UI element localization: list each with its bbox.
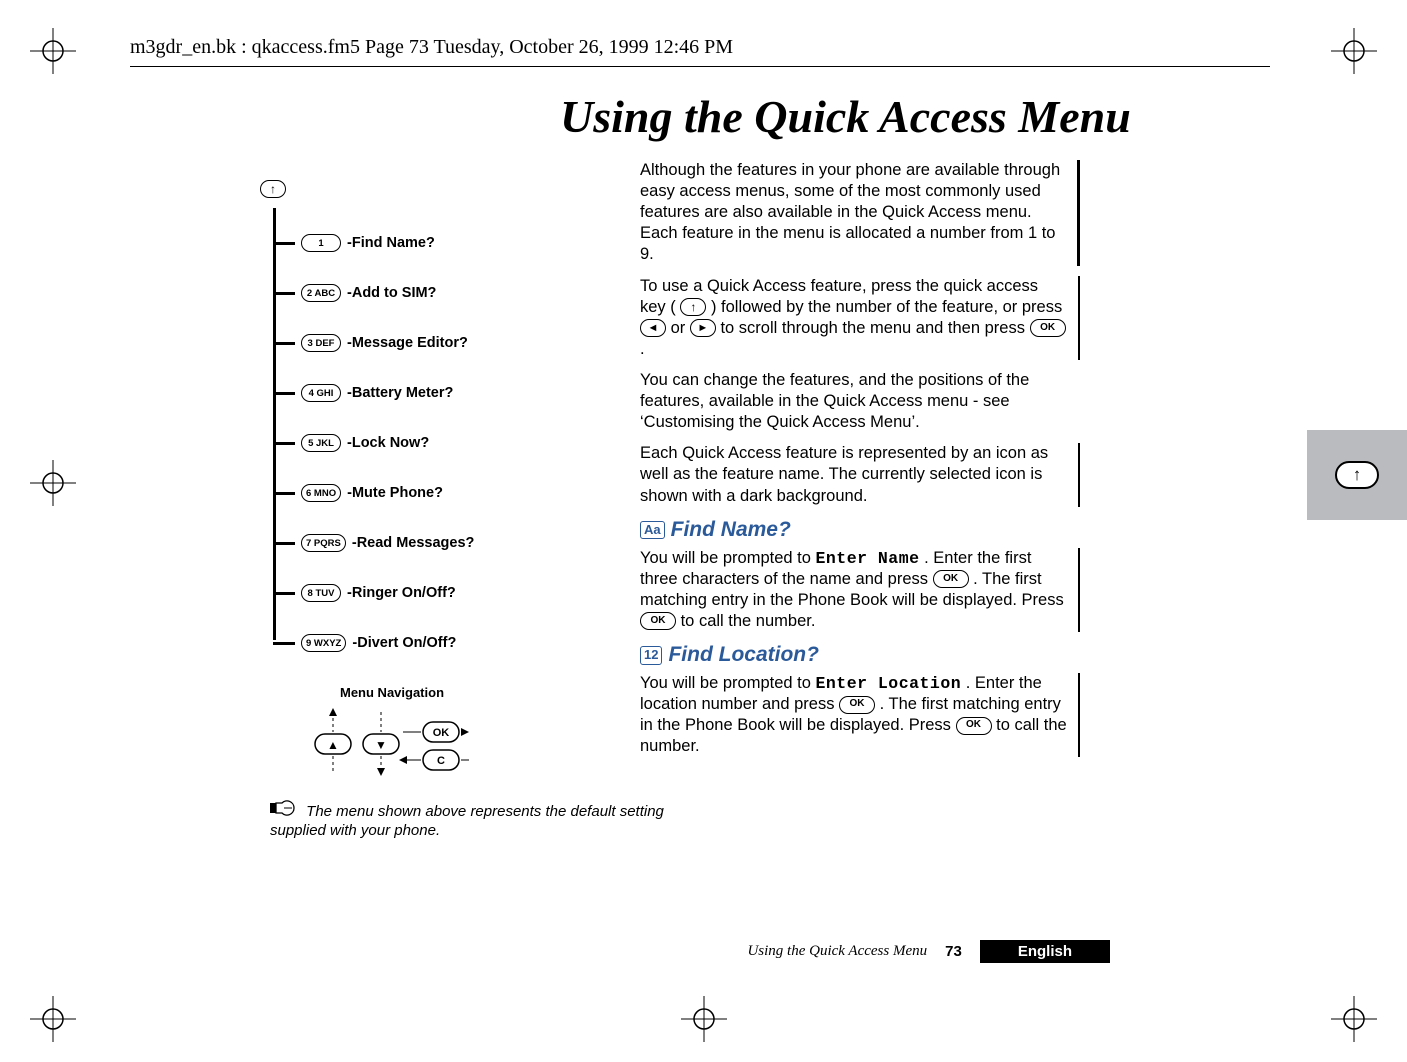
left-column: ↑ 1 - Find Name? 2 ABC - Add to SIM? 3 D… bbox=[130, 160, 560, 180]
tree-item: 3 DEF - Message Editor? bbox=[273, 334, 468, 352]
tree-item: 7 PQRS - Read Messages? bbox=[273, 534, 474, 552]
left-arrow-key-icon: ◄ bbox=[640, 319, 666, 337]
footer-language-badge: English bbox=[980, 940, 1110, 963]
pointing-hand-icon bbox=[270, 800, 296, 816]
manual-page: m3gdr_en.bk : qkaccess.fm5 Page 73 Tuesd… bbox=[0, 0, 1407, 1062]
key-2-icon: 2 ABC bbox=[301, 284, 341, 302]
text-fragment: ) followed by the number of the feature,… bbox=[711, 298, 1062, 316]
tree-item-label: Divert On/Off? bbox=[357, 635, 456, 651]
registration-mark-icon bbox=[30, 996, 76, 1042]
tree-item-label: Lock Now? bbox=[352, 435, 429, 451]
key-9-icon: 9 WXYZ bbox=[301, 634, 346, 652]
section-heading-text: Find Location? bbox=[668, 642, 818, 669]
tree-item-label: Find Name? bbox=[352, 235, 435, 251]
registration-mark-icon bbox=[30, 28, 76, 74]
side-thumb-tab: ↑ bbox=[1307, 430, 1407, 520]
text-fragment: to scroll through the menu and then pres… bbox=[720, 319, 1029, 337]
ok-key-icon: OK bbox=[640, 612, 676, 630]
find-location-icon: 12 bbox=[640, 646, 662, 665]
tree-item: 8 TUV - Ringer On/Off? bbox=[273, 584, 456, 602]
key-4-icon: 4 GHI bbox=[301, 384, 341, 402]
text-fragment: or bbox=[671, 319, 690, 337]
page-footer: Using the Quick Access Menu 73 English bbox=[640, 940, 1110, 963]
tree-item: 9 WXYZ - Divert On/Off? bbox=[273, 634, 456, 652]
key-8-icon: 8 TUV bbox=[301, 584, 341, 602]
svg-text:C: C bbox=[437, 755, 445, 767]
tree-item-label: Ringer On/Off? bbox=[352, 585, 456, 601]
tree-item: 6 MNO - Mute Phone? bbox=[273, 484, 443, 502]
right-column: Although the features in your phone are … bbox=[640, 160, 1080, 767]
key-3-icon: 3 DEF bbox=[301, 334, 341, 352]
registration-mark-icon bbox=[681, 996, 727, 1042]
ok-key-icon: OK bbox=[933, 570, 969, 588]
text-fragment: You will be prompted to bbox=[640, 674, 816, 692]
quick-access-key-icon: ↑ bbox=[1335, 461, 1379, 489]
footnote-text: The menu shown above represents the defa… bbox=[270, 803, 664, 839]
display-text: Enter Location bbox=[816, 674, 962, 693]
display-text: Enter Name bbox=[816, 549, 920, 568]
section-heading-find-location: 12 Find Location? bbox=[640, 642, 1080, 669]
registration-mark-icon bbox=[1331, 996, 1377, 1042]
tree-item: 4 GHI - Battery Meter? bbox=[273, 384, 453, 402]
footer-page-number: 73 bbox=[945, 943, 962, 960]
registration-mark-icon bbox=[30, 460, 76, 506]
tree-item: 5 JKL - Lock Now? bbox=[273, 434, 429, 452]
page-title: Using the Quick Access Menu bbox=[560, 90, 1131, 143]
text-fragment: . bbox=[640, 340, 645, 358]
tree-item-label: Read Messages? bbox=[357, 535, 475, 551]
intro-paragraph-3: You can change the features, and the pos… bbox=[640, 370, 1080, 433]
key-1-icon: 1 bbox=[301, 234, 341, 252]
text-fragment: to call the number. bbox=[681, 612, 816, 630]
tree-item-label: Add to SIM? bbox=[352, 285, 437, 301]
menu-navigation-label: Menu Navigation bbox=[340, 685, 444, 700]
ok-key-icon: OK bbox=[1030, 319, 1066, 337]
tree-item-label: Message Editor? bbox=[352, 335, 468, 351]
right-arrow-key-icon: ► bbox=[690, 319, 716, 337]
tree-item-label: Mute Phone? bbox=[352, 485, 443, 501]
svg-text:▼: ▼ bbox=[375, 738, 387, 752]
key-5-icon: 5 JKL bbox=[301, 434, 341, 452]
key-7-icon: 7 PQRS bbox=[301, 534, 346, 552]
tree-item: 1 - Find Name? bbox=[273, 234, 435, 252]
tree-item: 2 ABC - Add to SIM? bbox=[273, 284, 436, 302]
ok-key-icon: OK bbox=[839, 696, 875, 714]
quick-access-key-icon: ↑ bbox=[680, 298, 706, 316]
intro-paragraph-4: Each Quick Access feature is represented… bbox=[640, 443, 1080, 506]
find-name-icon: Aa bbox=[640, 521, 665, 540]
text-fragment: You will be prompted to bbox=[640, 549, 816, 567]
menu-navigation-diagram: ▲ ▼ OK C bbox=[305, 706, 485, 776]
ok-key-icon: OK bbox=[956, 717, 992, 735]
tree-trunk-line bbox=[273, 208, 276, 640]
quick-access-key-icon: ↑ bbox=[260, 180, 286, 198]
registration-mark-icon bbox=[1331, 28, 1377, 74]
find-location-paragraph: You will be prompted to Enter Location .… bbox=[640, 673, 1080, 757]
intro-paragraph-2: To use a Quick Access feature, press the… bbox=[640, 276, 1080, 360]
find-name-paragraph: You will be prompted to Enter Name . Ent… bbox=[640, 548, 1080, 632]
footnote: The menu shown above represents the defa… bbox=[270, 800, 690, 841]
intro-paragraph-1: Although the features in your phone are … bbox=[640, 160, 1080, 266]
tree-item-label: Battery Meter? bbox=[352, 385, 454, 401]
key-6-icon: 6 MNO bbox=[301, 484, 341, 502]
running-header: m3gdr_en.bk : qkaccess.fm5 Page 73 Tuesd… bbox=[130, 36, 733, 59]
section-heading-find-name: Aa Find Name? bbox=[640, 517, 1080, 544]
section-heading-text: Find Name? bbox=[671, 517, 791, 544]
svg-text:OK: OK bbox=[433, 727, 450, 739]
svg-text:▲: ▲ bbox=[327, 738, 339, 752]
footer-section-name: Using the Quick Access Menu bbox=[747, 943, 927, 960]
header-rule bbox=[130, 66, 1270, 67]
